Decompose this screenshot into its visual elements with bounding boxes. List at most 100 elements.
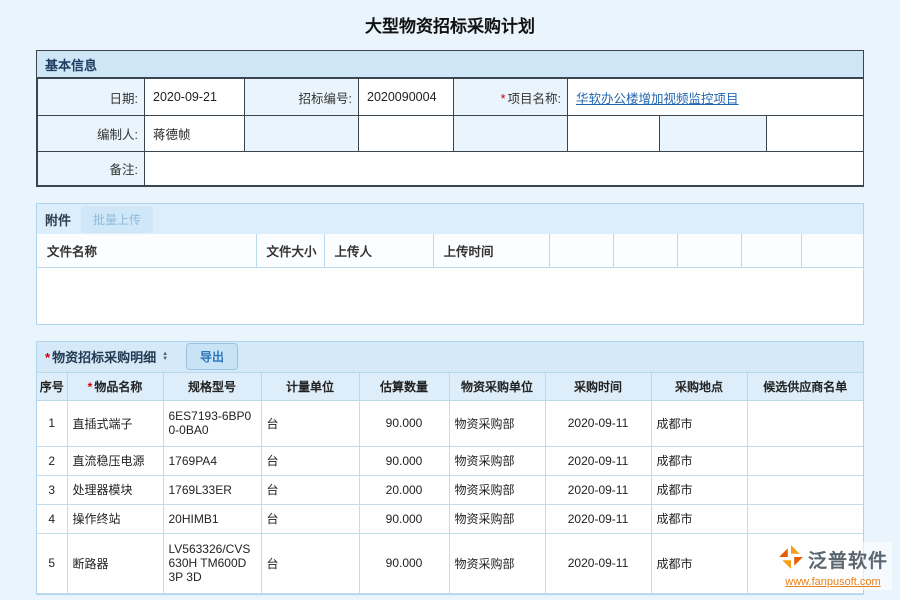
detail-header-suppliers: 候选供应商名单 (747, 372, 863, 400)
detail-section: *物资招标采购明细 ▲ ▼ 导出 序号 *物品名称 规格型号 计量单位 估算数量… (36, 341, 864, 595)
cell-no: 2 (37, 446, 67, 475)
cell-qty: 90.000 (359, 533, 449, 593)
date-label: 日期: (38, 79, 145, 116)
project-name-label: *项目名称: (454, 79, 568, 116)
detail-section-title: 物资招标采购明细 (52, 350, 156, 365)
cell-model: 1769PA4 (163, 446, 261, 475)
cell-model: 20HIMB1 (163, 504, 261, 533)
attachments-header-uploadtime: 上传时间 (433, 234, 549, 267)
detail-row: 2 直流稳压电源 1769PA4 台 90.000 物资采购部 2020-09-… (37, 446, 863, 475)
date-value: 2020-09-21 (145, 79, 245, 116)
attachments-header-filesize: 文件大小 (256, 234, 324, 267)
attachments-header-uploader: 上传人 (324, 234, 433, 267)
export-button[interactable]: 导出 (186, 343, 238, 370)
cell-model: 1769L33ER (163, 475, 261, 504)
compiler-label: 编制人: (38, 116, 145, 152)
cell-no: 3 (37, 475, 67, 504)
cell-org: 物资采购部 (449, 400, 545, 446)
cell-time: 2020-09-11 (545, 475, 651, 504)
empty-value-cell (767, 116, 864, 152)
detail-header-model: 规格型号 (163, 372, 261, 400)
cell-no: 5 (37, 533, 67, 593)
required-mark: * (45, 350, 50, 365)
cell-time: 2020-09-11 (545, 504, 651, 533)
project-link[interactable]: 华软办公楼增加视频监控项目 (576, 92, 739, 106)
cell-name: 直流稳压电源 (67, 446, 163, 475)
batch-upload-button[interactable]: 批量上传 (81, 206, 153, 233)
cell-time: 2020-09-11 (545, 400, 651, 446)
detail-header-place: 采购地点 (651, 372, 747, 400)
attachments-section-title: 附件 (45, 210, 71, 229)
cell-org: 物资采购部 (449, 504, 545, 533)
attachments-header-empty (677, 234, 741, 267)
empty-label-cell (454, 116, 568, 152)
empty-value-cell (568, 116, 660, 152)
detail-header-unit: 计量单位 (261, 372, 359, 400)
sort-down-icon: ▼ (162, 357, 168, 362)
cell-name: 直插式端子 (67, 400, 163, 446)
cell-model: 6ES7193-6BP00-0BA0 (163, 400, 261, 446)
attachments-empty-area (37, 268, 863, 324)
attachments-header-empty (549, 234, 613, 267)
vendor-watermark: 泛普软件 www.fanpusoft.com (774, 542, 892, 590)
cell-place: 成都市 (651, 475, 747, 504)
required-mark: * (501, 92, 506, 106)
empty-value-cell (359, 116, 454, 152)
remark-value (145, 152, 864, 186)
cell-name: 操作终站 (67, 504, 163, 533)
cell-org: 物资采购部 (449, 533, 545, 593)
cell-org: 物资采购部 (449, 475, 545, 504)
cell-name: 断路器 (67, 533, 163, 593)
remark-label: 备注: (38, 152, 145, 186)
attachments-header-empty (613, 234, 677, 267)
cell-place: 成都市 (651, 400, 747, 446)
attachments-section: 附件 批量上传 文件名称 文件大小 上传人 上传时间 (36, 203, 864, 325)
fanpu-logo-icon (778, 544, 804, 575)
cell-time: 2020-09-11 (545, 446, 651, 475)
empty-label-cell (245, 116, 359, 152)
vendor-url[interactable]: www.fanpusoft.com (778, 576, 888, 588)
cell-suppliers (747, 446, 863, 475)
sort-icon[interactable]: ▲ ▼ (162, 352, 168, 362)
cell-qty: 90.000 (359, 446, 449, 475)
detail-header-name: *物品名称 (67, 372, 163, 400)
attachments-header-empty (741, 234, 801, 267)
cell-qty: 90.000 (359, 400, 449, 446)
cell-suppliers (747, 504, 863, 533)
bid-no-value: 2020090004 (359, 79, 454, 116)
cell-unit: 台 (261, 446, 359, 475)
cell-no: 4 (37, 504, 67, 533)
detail-row: 4 操作终站 20HIMB1 台 90.000 物资采购部 2020-09-11… (37, 504, 863, 533)
required-mark: * (88, 380, 93, 394)
cell-time: 2020-09-11 (545, 533, 651, 593)
detail-header-org: 物资采购单位 (449, 372, 545, 400)
cell-suppliers (747, 475, 863, 504)
detail-header-time: 采购时间 (545, 372, 651, 400)
cell-unit: 台 (261, 475, 359, 504)
cell-place: 成都市 (651, 533, 747, 593)
cell-name: 处理器模块 (67, 475, 163, 504)
attachments-header-filename: 文件名称 (37, 234, 256, 267)
cell-no: 1 (37, 400, 67, 446)
cell-unit: 台 (261, 400, 359, 446)
cell-model: LV563326/CVS630H TM600D 3P 3D (163, 533, 261, 593)
basic-info-table: 日期: 2020-09-21 招标编号: 2020090004 *项目名称: 华… (37, 78, 864, 186)
cell-qty: 90.000 (359, 504, 449, 533)
detail-row: 1 直插式端子 6ES7193-6BP00-0BA0 台 90.000 物资采购… (37, 400, 863, 446)
attachments-header-empty (801, 234, 863, 267)
bid-no-label: 招标编号: (245, 79, 359, 116)
detail-row: 5 断路器 LV563326/CVS630H TM600D 3P 3D 台 90… (37, 533, 863, 593)
detail-header-qty: 估算数量 (359, 372, 449, 400)
project-name-cell: 华软办公楼增加视频监控项目 (568, 79, 864, 116)
detail-header-no: 序号 (37, 372, 67, 400)
cell-place: 成都市 (651, 446, 747, 475)
cell-place: 成都市 (651, 504, 747, 533)
cell-org: 物资采购部 (449, 446, 545, 475)
detail-row: 3 处理器模块 1769L33ER 台 20.000 物资采购部 2020-09… (37, 475, 863, 504)
attachments-table: 文件名称 文件大小 上传人 上传时间 (37, 234, 863, 268)
cell-qty: 20.000 (359, 475, 449, 504)
basic-info-section-title: 基本信息 (37, 51, 863, 78)
compiler-value: 蒋德帧 (145, 116, 245, 152)
vendor-name: 泛普软件 (808, 546, 888, 573)
cell-suppliers (747, 400, 863, 446)
